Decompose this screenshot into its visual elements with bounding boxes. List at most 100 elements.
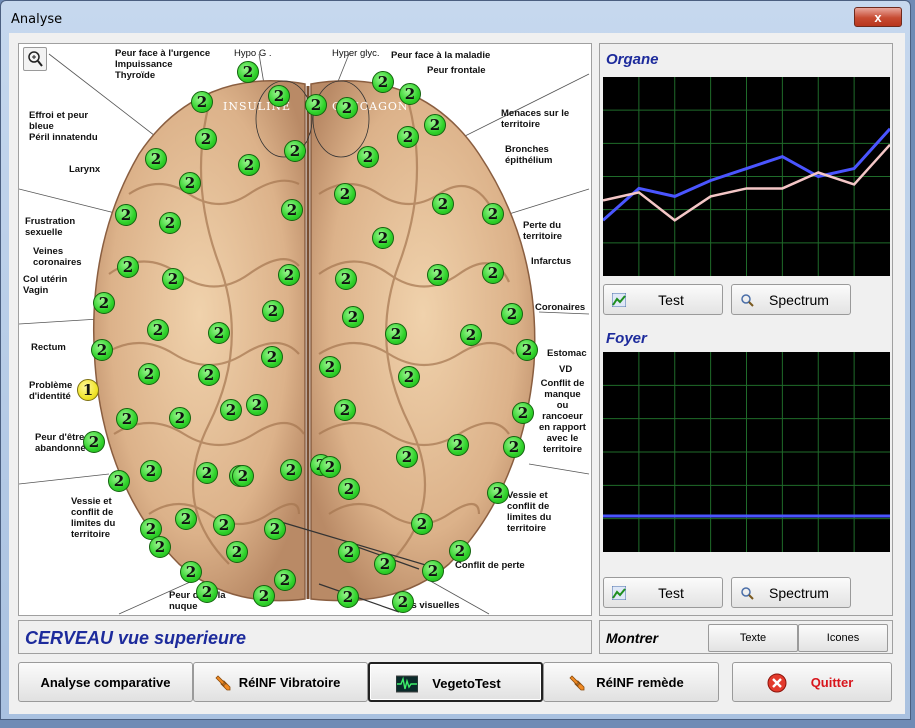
zone-marker[interactable]: 2 [220, 399, 242, 421]
zone-marker[interactable]: 2 [372, 227, 394, 249]
zone-marker[interactable]: 2 [264, 518, 286, 540]
zone-marker[interactable]: 2 [334, 183, 356, 205]
zone-marker[interactable]: 2 [169, 407, 191, 429]
zone-marker[interactable]: 2 [91, 339, 113, 361]
zone-marker[interactable]: 2 [159, 212, 181, 234]
zone-marker[interactable]: 2 [262, 300, 284, 322]
zone-marker[interactable]: 2 [149, 536, 171, 558]
zone-marker[interactable]: 2 [213, 514, 235, 536]
label-bronches: Bronches épithélium [505, 144, 553, 166]
zone-marker[interactable]: 2 [338, 541, 360, 563]
icones-button[interactable]: Icones [798, 624, 888, 652]
vegetotest-button[interactable]: VegetoTest [368, 662, 543, 702]
zone-marker[interactable]: 2 [501, 303, 523, 325]
zone-marker[interactable]: 2 [284, 140, 306, 162]
zone-marker[interactable]: 2 [138, 363, 160, 385]
zone-marker[interactable]: 2 [274, 569, 296, 591]
foyer-spectrum-button[interactable]: Spectrum [731, 577, 851, 608]
zone-marker[interactable]: 2 [268, 85, 290, 107]
zone-marker[interactable]: 2 [385, 323, 407, 345]
organe-spectrum-button[interactable]: Spectrum [731, 284, 851, 315]
close-button[interactable]: x [854, 7, 902, 27]
zone-marker[interactable]: 2 [411, 513, 433, 535]
zone-marker[interactable]: 2 [196, 462, 218, 484]
analyse-comparative-button[interactable]: Analyse comparative [18, 662, 193, 702]
zone-marker[interactable]: 2 [208, 322, 230, 344]
zone-marker[interactable]: 2 [399, 83, 421, 105]
zone-marker[interactable]: 2 [516, 339, 538, 361]
zone-marker[interactable]: 2 [195, 128, 217, 150]
zone-marker[interactable]: 2 [336, 97, 358, 119]
zone-marker[interactable]: 2 [117, 256, 139, 278]
zone-marker[interactable]: 2 [338, 478, 360, 500]
zone-marker[interactable]: 2 [145, 148, 167, 170]
zone-marker[interactable]: 2 [83, 431, 105, 453]
label-peur-abandonne: Peur d'être abandonné [35, 432, 86, 454]
zone-marker[interactable]: 2 [280, 459, 302, 481]
zone-marker[interactable]: 2 [398, 366, 420, 388]
zone-marker[interactable]: 2 [397, 126, 419, 148]
zoom-button[interactable] [23, 47, 47, 71]
zone-marker[interactable]: 2 [278, 264, 300, 286]
zone-marker[interactable]: 2 [337, 586, 359, 608]
zone-marker[interactable]: 2 [449, 540, 471, 562]
quitter-button[interactable]: Quitter [732, 662, 892, 702]
zone-marker[interactable]: 2 [238, 154, 260, 176]
zone-marker[interactable]: 2 [432, 193, 454, 215]
label-vessie-left: Vessie et conflit de limites du territoi… [71, 496, 116, 540]
zone-marker[interactable]: 2 [319, 356, 341, 378]
zone-marker[interactable]: 2 [162, 268, 184, 290]
zone-marker[interactable]: 2 [175, 508, 197, 530]
zone-marker[interactable]: 2 [237, 61, 259, 83]
zone-marker[interactable]: 2 [198, 364, 220, 386]
reinf-remede-button[interactable]: RéINF remède [543, 662, 719, 702]
foyer-test-button[interactable]: Test [603, 577, 723, 608]
zone-marker[interactable]: 2 [179, 172, 201, 194]
zone-marker[interactable]: 2 [482, 262, 504, 284]
zone-marker[interactable]: 2 [392, 591, 414, 613]
zone-marker[interactable]: 2 [261, 346, 283, 368]
zone-marker[interactable]: 2 [374, 553, 396, 575]
zone-marker[interactable]: 2 [281, 199, 303, 221]
zone-marker[interactable]: 2 [447, 434, 469, 456]
texte-button[interactable]: Texte [708, 624, 798, 652]
zone-marker[interactable]: 2 [191, 91, 213, 113]
title-bar[interactable]: Analyse x [1, 1, 910, 35]
zone-marker[interactable]: 2 [334, 399, 356, 421]
zone-marker[interactable]: 2 [422, 560, 444, 582]
focus-marker-1[interactable]: 1 [77, 379, 99, 401]
zone-marker[interactable]: 2 [140, 460, 162, 482]
zone-marker[interactable]: 2 [512, 402, 534, 424]
zone-marker[interactable]: 2 [396, 446, 418, 468]
zone-marker[interactable]: 2 [487, 482, 509, 504]
quitter-label: Quitter [810, 675, 854, 690]
zone-marker[interactable]: 2 [342, 306, 364, 328]
zone-marker[interactable]: 2 [357, 146, 379, 168]
view-caption: CERVEAU vue superieure [25, 628, 247, 648]
zone-marker[interactable]: 2 [482, 203, 504, 225]
window-title: Analyse [11, 12, 63, 27]
zone-marker[interactable]: 2 [232, 465, 254, 487]
reinf-vibratoire-button[interactable]: RéINF Vibratoire [193, 662, 368, 702]
zone-marker[interactable]: 2 [226, 541, 248, 563]
organe-test-button[interactable]: Test [603, 284, 723, 315]
label-rectum: Rectum [31, 342, 66, 353]
zone-marker[interactable]: 2 [253, 585, 275, 607]
zone-marker[interactable]: 2 [424, 114, 446, 136]
zone-marker[interactable]: 2 [305, 94, 327, 116]
zone-marker[interactable]: 2 [108, 470, 130, 492]
zone-marker[interactable]: 2 [335, 268, 357, 290]
zone-marker[interactable]: 2 [246, 394, 268, 416]
zone-marker[interactable]: 2 [503, 436, 525, 458]
zone-marker[interactable]: 2 [115, 204, 137, 226]
zone-marker[interactable]: 2 [147, 319, 169, 341]
analyse-comparative-label: Analyse comparative [40, 675, 171, 690]
zone-marker[interactable]: 2 [427, 264, 449, 286]
zone-marker[interactable]: 2 [196, 581, 218, 603]
zone-marker[interactable]: 2 [180, 561, 202, 583]
zone-marker[interactable]: 2 [460, 324, 482, 346]
zone-marker[interactable]: 2 [319, 456, 341, 478]
zone-marker[interactable]: 2 [116, 408, 138, 430]
zone-marker[interactable]: 2 [372, 71, 394, 93]
zone-marker[interactable]: 2 [93, 292, 115, 314]
